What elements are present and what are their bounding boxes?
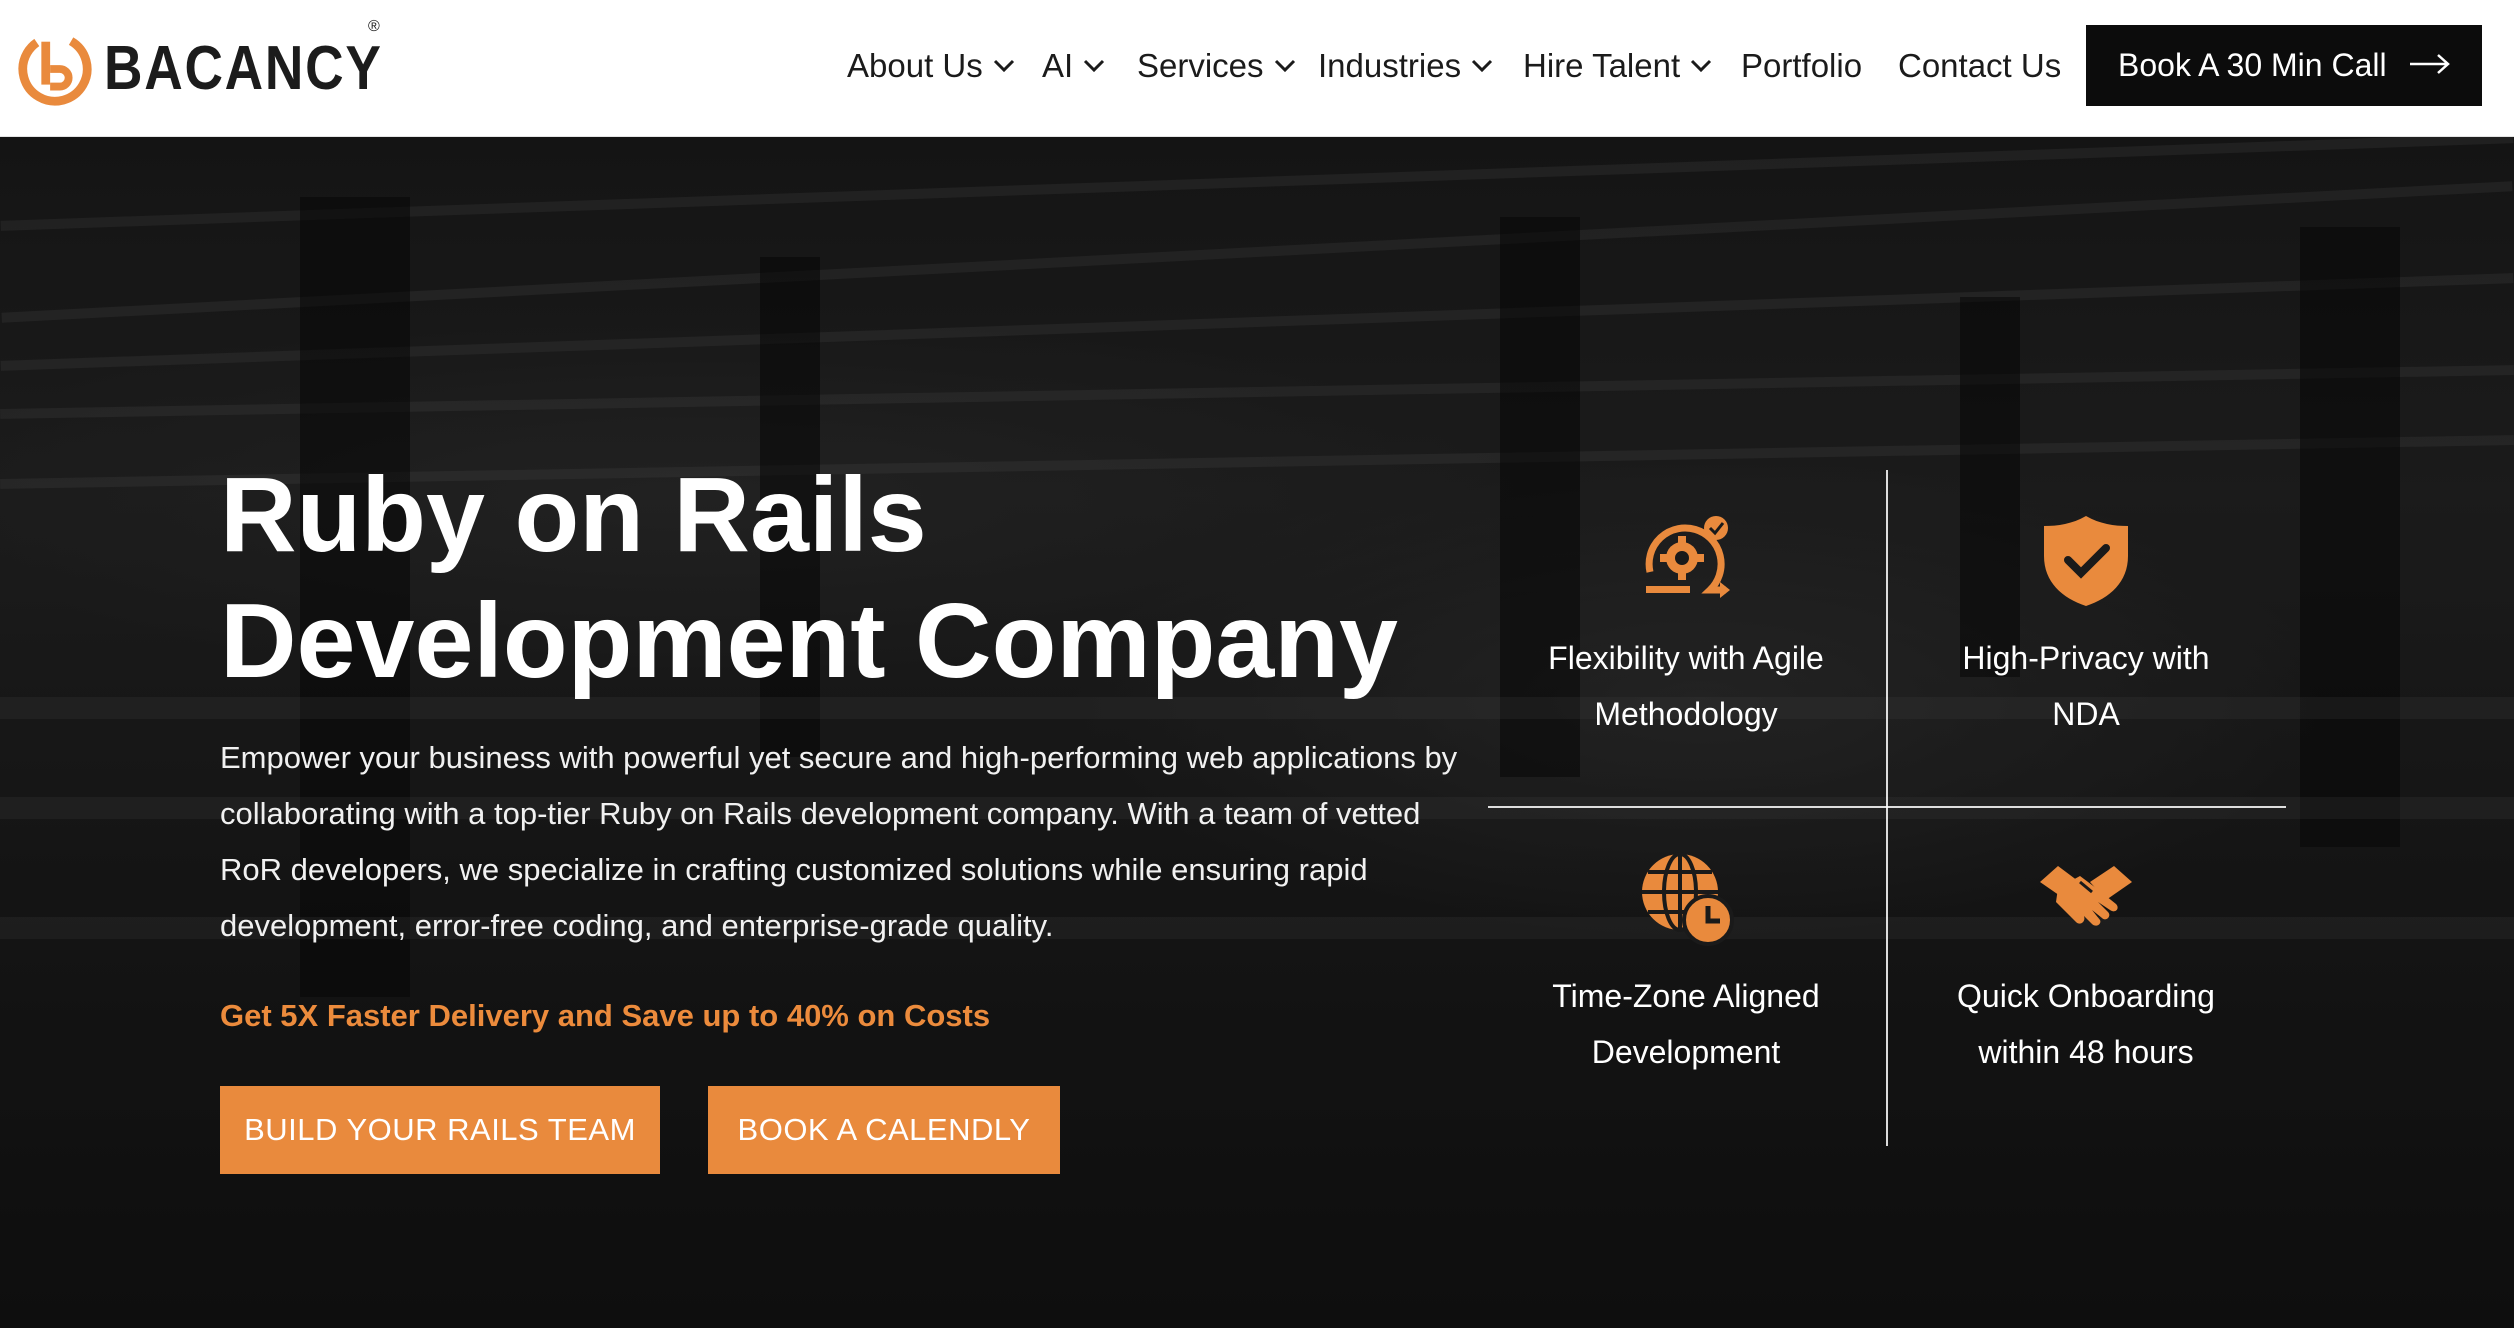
nav-item-contact-us[interactable]: Contact Us	[1898, 44, 2061, 88]
feature-agile: Flexibility with Agile Methodology	[1506, 510, 1866, 742]
shield-check-icon	[2044, 516, 2128, 606]
arrow-right-icon	[2410, 54, 2450, 74]
feature-privacy: High-Privacy with NDA	[1906, 510, 2266, 742]
title-line-2: Development Company	[220, 582, 1399, 700]
feature-onboarding: Quick Onboarding within 48 hours	[1906, 848, 2266, 1080]
build-rails-team-button[interactable]: BUILD YOUR RAILS TEAM	[220, 1086, 660, 1174]
feature-label: Time-Zone Aligned Development	[1506, 968, 1866, 1080]
agile-gear-icon	[1645, 516, 1730, 598]
feature-line-2: Development	[1591, 1034, 1781, 1070]
globe-clock-icon	[1642, 852, 1734, 946]
feature-line-2: Methodology	[1594, 696, 1778, 732]
chevron-down-icon	[1274, 59, 1295, 73]
nav-label: Contact Us	[1898, 47, 2062, 84]
feature-line-1: Flexibility with Agile	[1548, 640, 1824, 676]
book-call-label: Book A 30 Min Call	[2118, 47, 2387, 83]
chevron-down-icon	[1084, 59, 1105, 73]
nav-item-portfolio[interactable]: Portfolio	[1741, 44, 1862, 88]
feature-line-2: within 48 hours	[1978, 1034, 2194, 1070]
site-header: BACANCY ® About Us AI Services Industrie…	[0, 0, 2514, 137]
title-line-1: Ruby on Rails	[220, 456, 927, 574]
hero-description: Empower your business with powerful yet …	[220, 740, 1458, 943]
feature-line-1: Quick Onboarding	[1957, 978, 2215, 1014]
page-title: Ruby on Rails Development Company	[220, 452, 1420, 704]
nav-label: Portfolio	[1741, 47, 1863, 84]
book-call-button[interactable]: Book A 30 Min Call	[2086, 25, 2482, 106]
grid-divider-vertical	[1886, 470, 1888, 1146]
feature-label: Quick Onboarding within 48 hours	[1906, 968, 2266, 1080]
grid-divider-horizontal	[1488, 806, 2286, 808]
nav-item-services[interactable]: Services	[1137, 44, 1296, 88]
feature-timezone: Time-Zone Aligned Development	[1506, 848, 1866, 1080]
nav-item-ai[interactable]: AI	[1042, 44, 1105, 88]
nav-label: AI	[1042, 47, 1074, 84]
feature-line-1: Time-Zone Aligned	[1552, 978, 1820, 1014]
nav-item-hire-talent[interactable]: Hire Talent	[1523, 44, 1712, 88]
registered-mark: ®	[368, 18, 380, 35]
brand-name: BACANCY	[104, 34, 383, 103]
handshake-icon	[2040, 866, 2132, 926]
chevron-down-icon	[1691, 59, 1712, 73]
nav-label: About Us	[847, 47, 983, 84]
feature-line-1: High-Privacy with	[1962, 640, 2210, 676]
feature-line-2: NDA	[2052, 696, 2120, 732]
feature-label: Flexibility with Agile Methodology	[1506, 630, 1866, 742]
nav-label: Hire Talent	[1523, 47, 1681, 84]
chevron-down-icon	[1472, 59, 1493, 73]
nav-item-industries[interactable]: Industries	[1318, 44, 1493, 88]
bacancy-logo-icon	[18, 32, 92, 106]
nav-item-about-us[interactable]: About Us	[847, 44, 1015, 88]
nav-label: Services	[1137, 47, 1264, 84]
feature-label: High-Privacy with NDA	[1906, 630, 2266, 742]
nav-label: Industries	[1318, 47, 1462, 84]
hero-highlight: Get 5X Faster Delivery and Save up to 40…	[220, 998, 991, 1033]
brand-logo[interactable]: BACANCY	[16, 24, 428, 114]
chevron-down-icon	[993, 59, 1014, 73]
book-calendly-button[interactable]: BOOK A CALENDLY	[708, 1086, 1060, 1174]
